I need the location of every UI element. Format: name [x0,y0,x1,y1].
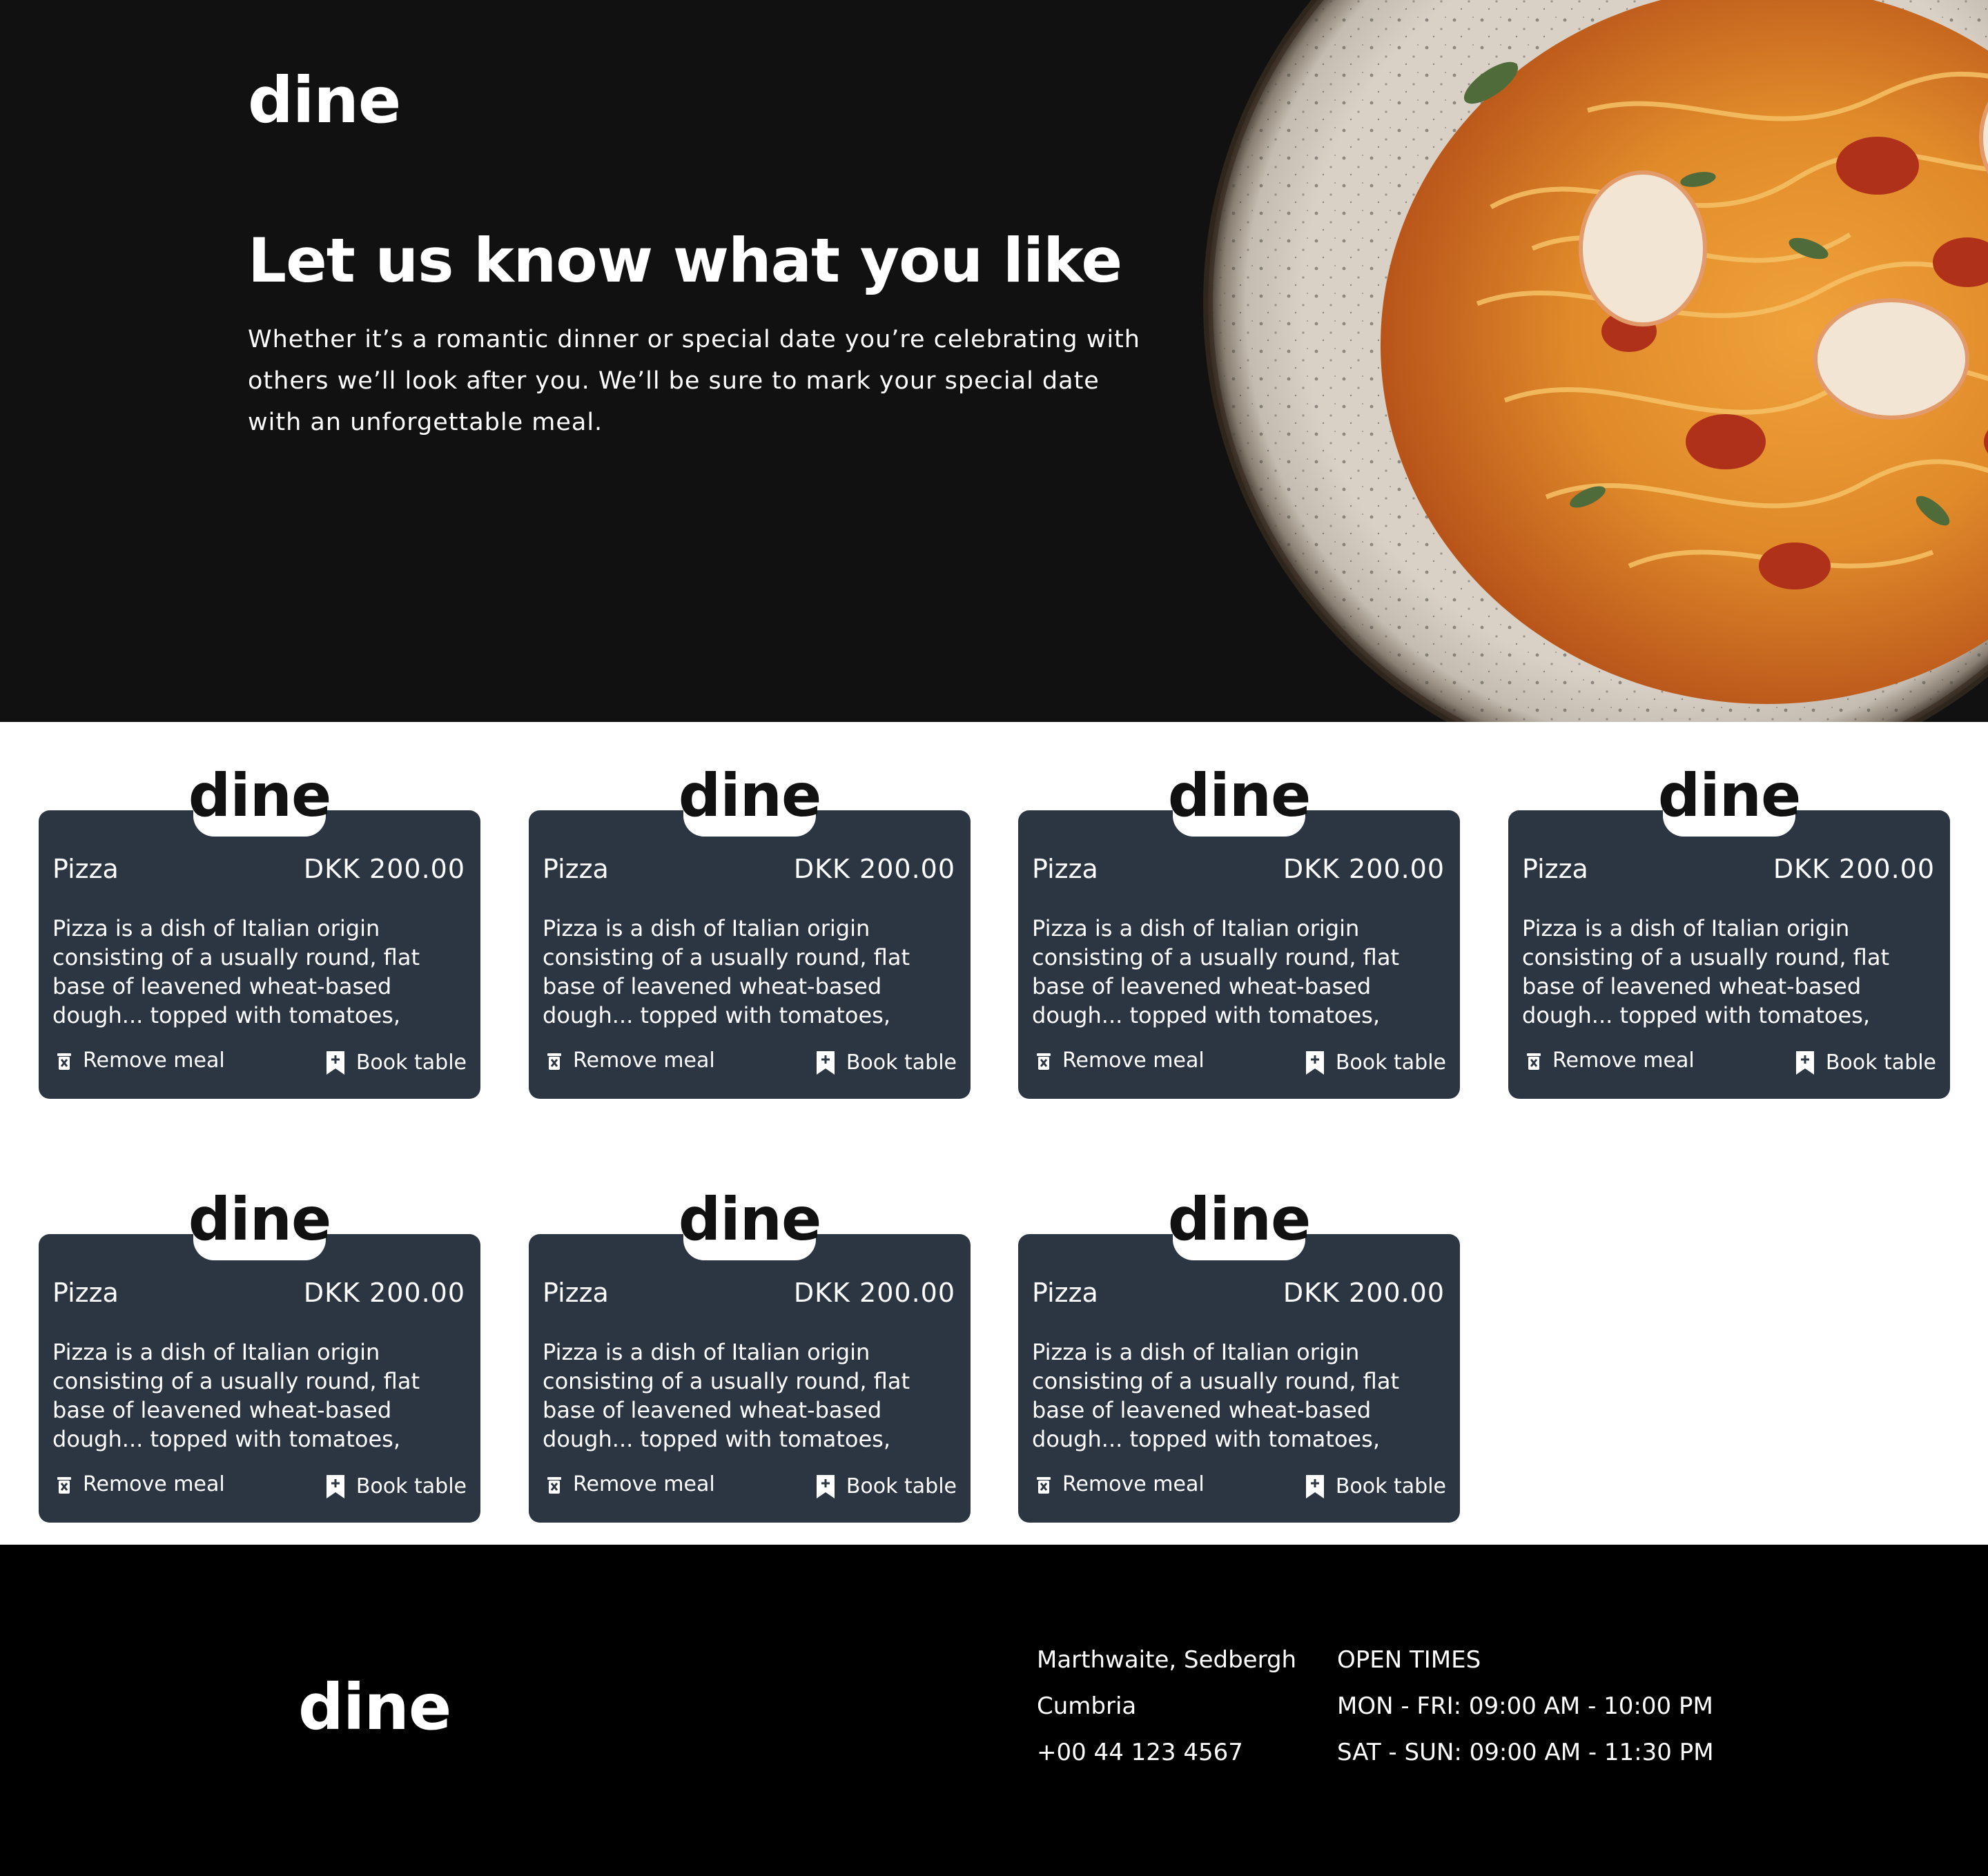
card-logo: dine [1167,761,1312,830]
book-table-button[interactable]: Book table [326,1051,467,1075]
book-table-label: Book table [1335,1051,1446,1075]
meal-name: Pizza [1522,854,1588,884]
phone-number: +00 44 123 4567 [1037,1739,1243,1766]
bookmark-plus-icon [1305,1051,1324,1075]
trash-icon [547,1477,561,1494]
meal-card: dine Pizza DKK 200.00 Pizza is a dish of… [39,755,480,1099]
meal-price: DKK 200.00 [793,1278,955,1308]
hero-heading: Let us know what you like [248,225,1122,296]
card-logo-badge: dine [188,755,331,837]
bookmark-plus-icon [816,1051,835,1075]
book-table-button[interactable]: Book table [1305,1051,1446,1075]
meal-name: Pizza [543,1278,609,1308]
remove-meal-label: Remove meal [1552,1048,1695,1073]
book-table-button[interactable]: Book table [326,1474,467,1499]
meal-name: Pizza [52,854,119,884]
meal-description: Pizza is a dish of Italian origin consis… [52,915,420,1028]
meal-card: dine Pizza DKK 200.00 Pizza is a dish of… [529,1179,971,1523]
meal-description: Pizza is a dish of Italian origin consis… [52,1339,420,1452]
open-times-weekdays: MON - FRI: 09:00 AM - 10:00 PM [1337,1692,1713,1720]
remove-meal-label: Remove meal [1062,1048,1205,1073]
card-logo-badge: dine [1168,755,1311,837]
pasta-dish-image [1201,0,1988,722]
bookmark-plus-icon [326,1051,344,1075]
card-logo-badge: dine [188,1179,331,1260]
bookmark-plus-icon [816,1475,835,1498]
hero-section: dine Let us know what you like Whether i… [0,0,1988,722]
card-logo: dine [1167,1185,1312,1254]
meal-name: Pizza [1032,854,1098,884]
remove-meal-button[interactable]: Remove meal [1036,1474,1205,1495]
remove-meal-label: Remove meal [573,1048,715,1073]
meal-description: Pizza is a dish of Italian origin consis… [543,915,910,1028]
address-line: Marthwaite, Sedbergh [1037,1646,1297,1674]
trash-icon [547,1053,561,1070]
card-logo: dine [188,761,332,830]
book-table-label: Book table [846,1051,957,1075]
remove-meal-button[interactable]: Remove meal [57,1474,225,1495]
card-logo: dine [188,1185,332,1254]
meal-card: dine Pizza DKK 200.00 Pizza is a dish of… [1508,755,1950,1099]
header-logo[interactable]: dine [248,69,401,133]
remove-meal-button[interactable]: Remove meal [1036,1051,1205,1071]
meal-card: dine Pizza DKK 200.00 Pizza is a dish of… [1018,755,1460,1099]
remove-meal-button[interactable]: Remove meal [1526,1051,1695,1071]
book-table-button[interactable]: Book table [1795,1051,1936,1075]
meal-price: DKK 200.00 [1283,854,1445,884]
footer-open-times: OPEN TIMES MON - FRI: 09:00 AM - 10:00 P… [1337,1648,1714,1787]
footer: dine Marthwaite, Sedbergh Cumbria +00 44… [0,1545,1988,1876]
meal-description: Pizza is a dish of Italian origin consis… [1032,915,1399,1028]
book-table-button[interactable]: Book table [1305,1474,1446,1499]
card-logo-badge: dine [679,1179,821,1260]
remove-meal-label: Remove meal [1062,1472,1205,1496]
card-logo-badge: dine [1658,755,1801,837]
open-times-heading: OPEN TIMES [1337,1646,1481,1674]
meal-description: Pizza is a dish of Italian origin consis… [1522,915,1889,1028]
meal-price: DKK 200.00 [303,1278,465,1308]
remove-meal-label: Remove meal [83,1048,225,1073]
trash-icon [1037,1477,1051,1494]
card-logo: dine [678,1185,822,1254]
card-logo-badge: dine [679,755,821,837]
book-table-label: Book table [355,1474,467,1498]
book-table-label: Book table [846,1474,957,1498]
trash-icon [57,1477,71,1494]
card-logo: dine [1657,761,1802,830]
bookmark-plus-icon [1795,1051,1814,1075]
meal-price: DKK 200.00 [303,854,465,884]
remove-meal-button[interactable]: Remove meal [547,1051,715,1071]
book-table-button[interactable]: Book table [816,1474,957,1499]
meal-price: DKK 200.00 [1283,1278,1445,1308]
trash-icon [57,1053,71,1070]
trash-icon [1037,1053,1051,1070]
meal-name: Pizza [52,1278,119,1308]
hero-text: Whether it’s a romantic dinner or specia… [248,326,1140,436]
bookmark-plus-icon [1305,1475,1324,1498]
footer-address: Marthwaite, Sedbergh Cumbria +00 44 123 … [1037,1648,1296,1787]
footer-logo[interactable]: dine [298,1676,451,1739]
meal-card: dine Pizza DKK 200.00 Pizza is a dish of… [529,755,971,1099]
meal-description: Pizza is a dish of Italian origin consis… [1032,1339,1399,1452]
open-times-weekend: SAT - SUN: 09:00 AM - 11:30 PM [1337,1739,1714,1766]
card-logo: dine [678,761,822,830]
meal-price: DKK 200.00 [1773,854,1935,884]
book-table-label: Book table [1825,1051,1936,1075]
book-table-label: Book table [1335,1474,1446,1498]
meal-name: Pizza [543,854,609,884]
bookmark-plus-icon [326,1475,344,1498]
remove-meal-button[interactable]: Remove meal [547,1474,715,1495]
meal-price: DKK 200.00 [793,854,955,884]
card-logo-badge: dine [1168,1179,1311,1260]
meal-name: Pizza [1032,1278,1098,1308]
remove-meal-label: Remove meal [83,1472,225,1496]
trash-icon [1527,1053,1541,1070]
meal-card: dine Pizza DKK 200.00 Pizza is a dish of… [39,1179,480,1523]
meal-description: Pizza is a dish of Italian origin consis… [543,1339,910,1452]
meal-card: dine Pizza DKK 200.00 Pizza is a dish of… [1018,1179,1460,1523]
remove-meal-label: Remove meal [573,1472,715,1496]
book-table-button[interactable]: Book table [816,1051,957,1075]
book-table-label: Book table [355,1051,467,1075]
remove-meal-button[interactable]: Remove meal [57,1051,225,1071]
address-line: Cumbria [1037,1692,1137,1720]
